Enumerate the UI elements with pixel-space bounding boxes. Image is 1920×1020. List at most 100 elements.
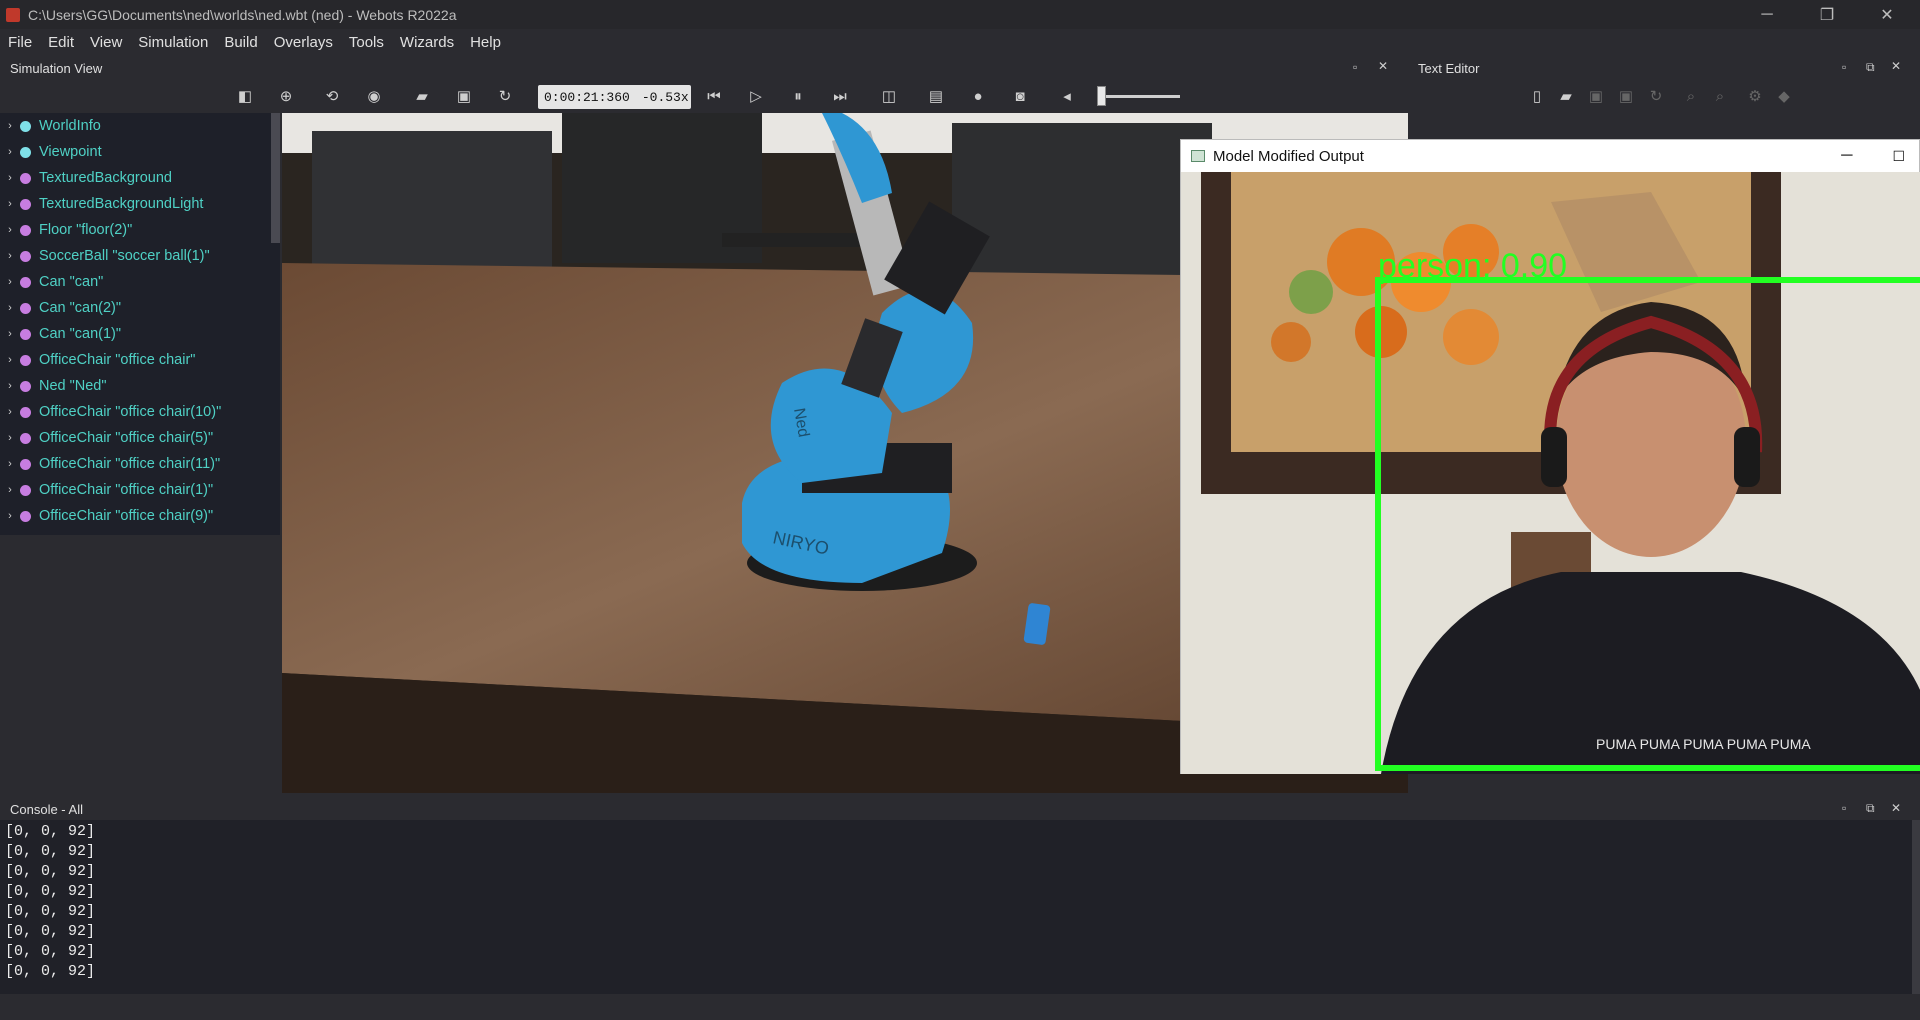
node-dot-icon <box>20 224 31 236</box>
menu-wizards[interactable]: Wizards <box>392 34 462 51</box>
camera-window-titlebar: Model Modified Output ─ ☐ <box>1181 140 1919 172</box>
tag-icon[interactable]: ◆ <box>1775 88 1793 106</box>
expand-arrow-icon[interactable]: › <box>0 484 20 496</box>
menu-help[interactable]: Help <box>462 34 509 51</box>
expand-arrow-icon[interactable]: › <box>0 354 20 366</box>
console-float-icon[interactable]: ▫ <box>1842 801 1846 815</box>
tree-item-office-chair-5[interactable]: › OfficeChair "office chair(5)" <box>0 425 280 451</box>
editor-dock-undock-icon[interactable]: ⧉ <box>1866 60 1875 75</box>
fast-forward-icon[interactable]: ⏭ <box>831 88 849 106</box>
tree-item-can[interactable]: › Can "can" <box>0 269 280 295</box>
editor-dock-close-icon[interactable]: ✕ <box>1891 59 1901 73</box>
rotate-view-icon[interactable]: ⟲ <box>323 88 341 106</box>
cube-view-icon[interactable]: ◫ <box>880 88 898 106</box>
step-back-icon[interactable]: ⏮ <box>705 88 723 106</box>
node-dot-icon <box>20 198 31 210</box>
new-file-icon[interactable]: ▯ <box>1528 88 1546 106</box>
reload-icon[interactable]: ↻ <box>496 88 514 106</box>
tree-item-office-chair-9[interactable]: › OfficeChair "office chair(9)" <box>0 503 280 529</box>
menu-view[interactable]: View <box>82 34 130 51</box>
dock-float-icon[interactable]: ▫ <box>1353 60 1357 74</box>
expand-arrow-icon[interactable]: › <box>0 198 20 210</box>
menu-tools[interactable]: Tools <box>341 34 392 51</box>
expand-arrow-icon[interactable]: › <box>0 172 20 184</box>
console-output[interactable]: [0, 0, 92] [0, 0, 92] [0, 0, 92] [0, 0, … <box>0 820 1912 994</box>
expand-arrow-icon[interactable]: › <box>0 276 20 288</box>
expand-arrow-icon[interactable]: › <box>0 458 20 470</box>
close-button[interactable]: ✕ <box>1864 0 1910 29</box>
mute-icon[interactable]: ◂ <box>1058 88 1076 106</box>
save-as-icon[interactable]: ▣ <box>1617 88 1635 106</box>
expand-arrow-icon[interactable]: › <box>0 432 20 444</box>
node-dot-icon <box>20 484 31 496</box>
console-scrollbar[interactable] <box>1912 820 1920 994</box>
expand-arrow-icon[interactable]: › <box>0 120 20 132</box>
camera-icon[interactable]: ◙ <box>1011 88 1029 106</box>
expand-arrow-icon[interactable]: › <box>0 302 20 314</box>
settings-icon[interactable]: ⚙ <box>1746 88 1764 106</box>
console-line: [0, 0, 92] <box>5 843 96 860</box>
node-dot-icon <box>20 510 31 522</box>
volume-slider-handle[interactable] <box>1097 86 1106 106</box>
scene-tree: › WorldInfo › Viewpoint › TexturedBackgroun… <box>0 113 280 535</box>
expand-arrow-icon[interactable]: › <box>0 380 20 392</box>
eye-icon[interactable]: ◉ <box>365 88 383 106</box>
expand-arrow-icon[interactable]: › <box>0 406 20 418</box>
node-dot-icon <box>20 276 31 288</box>
save-icon[interactable]: ▣ <box>455 88 473 106</box>
add-node-icon[interactable]: ⊕ <box>277 88 295 106</box>
tree-item-office-chair-10[interactable]: › OfficeChair "office chair(10)" <box>0 399 280 425</box>
console-undock-icon[interactable]: ⧉ <box>1866 801 1875 816</box>
tree-item-office-chair[interactable]: › OfficeChair "office chair" <box>0 347 280 373</box>
tree-item-texturedbackground[interactable]: › TexturedBackground <box>0 165 280 191</box>
menu-file[interactable]: File <box>0 34 40 51</box>
record-film-icon[interactable]: ▤ <box>927 88 945 106</box>
open-file-icon[interactable]: ▰ <box>1557 88 1575 106</box>
step-icon[interactable]: ▷ <box>747 88 765 106</box>
tree-item-label: WorldInfo <box>39 118 101 134</box>
volume-slider-track[interactable] <box>1100 95 1180 98</box>
expand-arrow-icon[interactable]: › <box>0 328 20 340</box>
record-dot-icon[interactable]: ● <box>969 88 987 106</box>
expand-arrow-icon[interactable]: › <box>0 250 20 262</box>
restore-button[interactable]: ❐ <box>1804 0 1850 29</box>
editor-dock-float-icon[interactable]: ▫ <box>1842 60 1846 74</box>
menu-simulation[interactable]: Simulation <box>130 34 216 51</box>
camera-output-window[interactable]: Model Modified Output ─ ☐ PUMA PUMA PUMA… <box>1180 139 1920 774</box>
tree-item-ned[interactable]: › Ned "Ned" <box>0 373 280 399</box>
tree-item-can-2[interactable]: › Can "can(2)" <box>0 295 280 321</box>
tree-item-floor[interactable]: › Floor "floor(2)" <box>0 217 280 243</box>
replace-icon[interactable]: ⌕ <box>1711 88 1729 106</box>
camera-minimize-button[interactable]: ─ <box>1841 147 1852 165</box>
console-title: Console - All <box>10 802 83 817</box>
menu-overlays[interactable]: Overlays <box>266 34 341 51</box>
tree-item-texturedbackgroundlight[interactable]: › TexturedBackgroundLight <box>0 191 280 217</box>
window-titlebar: C:\Users\GG\Documents\ned\worlds\ned.wbt… <box>0 0 1920 29</box>
expand-arrow-icon[interactable]: › <box>0 224 20 236</box>
expand-arrow-icon[interactable]: › <box>0 510 20 522</box>
console-close-icon[interactable]: ✕ <box>1891 801 1901 815</box>
tree-item-can-1[interactable]: › Can "can(1)" <box>0 321 280 347</box>
dock-close-icon[interactable]: ✕ <box>1378 59 1388 73</box>
find-icon[interactable]: ⌕ <box>1682 88 1700 106</box>
tree-item-label: OfficeChair "office chair(10)" <box>39 404 222 420</box>
save-icon[interactable]: ▣ <box>1587 88 1605 106</box>
pause-icon[interactable]: ⏸ <box>789 88 807 106</box>
menu-edit[interactable]: Edit <box>40 34 82 51</box>
tree-item-label: Can "can(2)" <box>39 300 122 316</box>
camera-maximize-button[interactable]: ☐ <box>1892 148 1905 165</box>
tree-item-viewpoint[interactable]: › Viewpoint <box>0 139 280 165</box>
minimize-button[interactable]: ─ <box>1744 0 1790 29</box>
open-file-icon[interactable]: ▰ <box>413 88 431 106</box>
tree-item-office-chair-1[interactable]: › OfficeChair "office chair(1)" <box>0 477 280 503</box>
scene-tree-scrollbar[interactable] <box>271 113 280 243</box>
revert-icon[interactable]: ↻ <box>1647 88 1665 106</box>
tree-item-worldinfo[interactable]: › WorldInfo <box>0 113 280 139</box>
tree-item-office-chair-11[interactable]: › OfficeChair "office chair(11)" <box>0 451 280 477</box>
toggle-panel-icon[interactable]: ◧ <box>236 88 254 106</box>
expand-arrow-icon[interactable]: › <box>0 146 20 158</box>
tree-item-label: OfficeChair "office chair(11)" <box>39 456 221 472</box>
tree-item-soccerball[interactable]: › SoccerBall "soccer ball(1)" <box>0 243 280 269</box>
console-line: [0, 0, 92] <box>5 963 96 980</box>
menu-build[interactable]: Build <box>216 34 265 51</box>
